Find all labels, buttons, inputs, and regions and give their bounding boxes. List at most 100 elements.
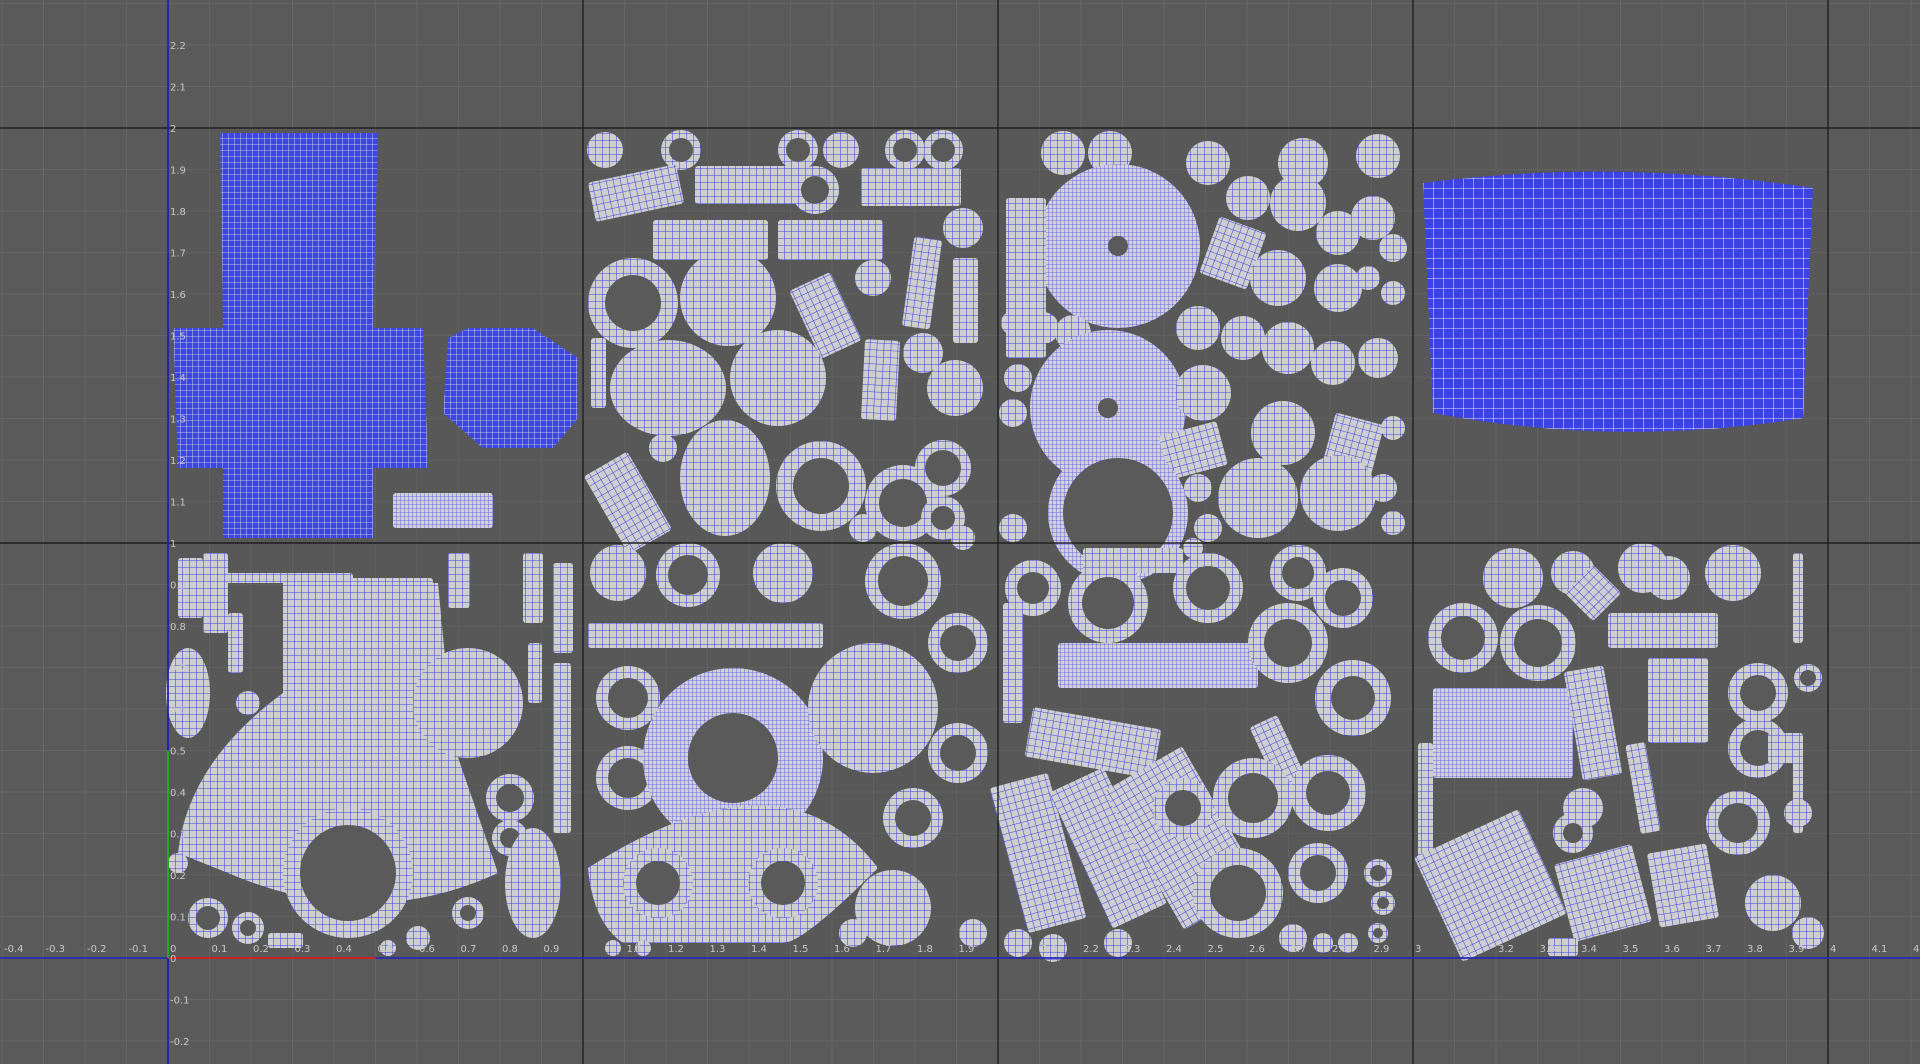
u-tick-label: 2.6 xyxy=(1249,944,1265,955)
uv-shell[interactable] xyxy=(168,853,188,873)
uv-shell[interactable] xyxy=(1418,743,1433,863)
uv-shell[interactable] xyxy=(1784,799,1812,827)
uv-shell[interactable] xyxy=(1184,474,1212,502)
uv-shell[interactable] xyxy=(1251,401,1315,465)
uv-shell[interactable] xyxy=(855,260,891,296)
uv-shell[interactable] xyxy=(1027,312,1059,344)
uv-shell[interactable] xyxy=(999,399,1027,427)
uv-shell[interactable] xyxy=(1358,338,1398,378)
uv-shell[interactable] xyxy=(953,258,978,343)
uv-shell[interactable] xyxy=(1004,364,1032,392)
uv-shell[interactable] xyxy=(1314,264,1362,312)
uv-shell[interactable] xyxy=(951,526,975,550)
uv-shell[interactable] xyxy=(1004,929,1032,957)
uv-shell[interactable] xyxy=(680,250,776,346)
uv-shell[interactable] xyxy=(1369,474,1397,502)
uv-shell[interactable] xyxy=(861,339,900,421)
uv-shell[interactable] xyxy=(1226,176,1270,220)
uv-shell[interactable] xyxy=(1381,511,1405,535)
uv-shell[interactable] xyxy=(1270,175,1326,231)
v-tick-label: 0.1 xyxy=(170,913,186,924)
uv-shell[interactable] xyxy=(236,691,260,715)
uv-shell[interactable] xyxy=(1313,933,1333,953)
uv-shell[interactable] xyxy=(1423,171,1813,432)
uv-shell-hole xyxy=(925,450,961,486)
uv-shell[interactable] xyxy=(1648,658,1708,743)
u-tick-label: 0.6 xyxy=(419,944,435,955)
uv-shell[interactable] xyxy=(1218,458,1298,538)
uv-shell[interactable] xyxy=(448,553,470,608)
uv-shell[interactable] xyxy=(849,514,877,542)
uv-shell-hole xyxy=(793,458,849,514)
uv-shell[interactable] xyxy=(1793,553,1803,643)
u-tick-label: 3.1 xyxy=(1457,944,1473,955)
v-tick-label: 0 xyxy=(170,954,176,965)
uv-shell[interactable] xyxy=(1001,311,1025,335)
uv-shell[interactable] xyxy=(861,168,961,206)
uv-shell[interactable] xyxy=(1311,341,1355,385)
uv-shell[interactable] xyxy=(753,543,813,603)
uv-shell-hole xyxy=(879,479,927,527)
uv-shell[interactable] xyxy=(1351,196,1395,240)
uv-shell[interactable] xyxy=(588,623,823,648)
uv-shell[interactable] xyxy=(228,613,243,673)
v-tick-label: 2.1 xyxy=(170,83,186,94)
uv-shell[interactable] xyxy=(1175,365,1231,421)
uv-shell[interactable] xyxy=(823,132,859,168)
uv-shell-hole xyxy=(1331,676,1375,720)
uv-shell[interactable] xyxy=(1381,281,1405,305)
uv-shell[interactable] xyxy=(999,514,1027,542)
uv-shell[interactable] xyxy=(1250,250,1306,306)
uv-shell[interactable] xyxy=(1058,643,1258,688)
uv-shell[interactable] xyxy=(1041,131,1085,175)
uv-shell[interactable] xyxy=(1483,548,1543,608)
uv-shell[interactable] xyxy=(1356,134,1400,178)
uv-editor-viewport[interactable]: -0.4 -0.3 -0.2 -0.1 0 0.1 0.2 0.3 0.4 0.5 0.6 0.7 0.… xyxy=(0,0,1920,1064)
uv-shell[interactable] xyxy=(1705,545,1761,601)
uv-shell[interactable] xyxy=(1379,234,1407,262)
uv-shell[interactable] xyxy=(605,940,621,956)
uv-shell[interactable] xyxy=(649,434,677,462)
uv-shell[interactable] xyxy=(730,330,826,426)
uv-shell[interactable] xyxy=(610,340,726,436)
uv-shell[interactable] xyxy=(1194,514,1222,542)
uv-shell[interactable] xyxy=(591,338,606,408)
uv-shell[interactable] xyxy=(1608,613,1718,648)
uv-shell[interactable] xyxy=(1381,416,1405,440)
uv-shell[interactable] xyxy=(1433,688,1573,778)
uv-shell[interactable] xyxy=(393,493,493,528)
uv-shell[interactable] xyxy=(680,420,770,536)
uv-shell-hole xyxy=(196,906,220,930)
uv-shell[interactable] xyxy=(413,648,523,758)
uv-shell[interactable] xyxy=(505,828,561,938)
uv-shell[interactable] xyxy=(695,166,805,204)
uv-shell[interactable] xyxy=(1221,316,1265,360)
v-tick-label: -0.1 xyxy=(170,996,190,1007)
uv-shell[interactable] xyxy=(778,220,883,260)
v-tick-label: 0.6 xyxy=(170,705,186,716)
uv-shell[interactable] xyxy=(443,328,578,448)
uv-shell[interactable] xyxy=(590,545,646,601)
uv-shell[interactable] xyxy=(943,208,983,248)
uv-shell-hole xyxy=(605,275,661,331)
uv-shell[interactable] xyxy=(528,643,542,703)
uv-shell[interactable] xyxy=(839,919,867,947)
uv-shell[interactable] xyxy=(1646,556,1690,600)
uv-shell[interactable] xyxy=(553,563,573,653)
uv-shell[interactable] xyxy=(553,663,571,833)
uv-shell[interactable] xyxy=(927,360,983,416)
uv-shell[interactable] xyxy=(1745,875,1801,931)
uv-shell[interactable] xyxy=(166,648,210,738)
uv-shell[interactable] xyxy=(1647,843,1719,928)
uv-shell[interactable] xyxy=(1262,322,1314,374)
uv-shell[interactable] xyxy=(523,553,543,623)
u-tick-label: -0.2 xyxy=(87,944,107,955)
uv-shell[interactable] xyxy=(808,643,938,773)
uv-shell[interactable] xyxy=(959,919,987,947)
uv-shell[interactable] xyxy=(1300,455,1376,531)
uv-shell[interactable] xyxy=(1186,141,1230,185)
uv-shell[interactable] xyxy=(1176,306,1220,350)
uv-shell[interactable] xyxy=(1003,603,1023,723)
uv-shell[interactable] xyxy=(203,553,228,633)
uv-shell[interactable] xyxy=(587,132,623,168)
